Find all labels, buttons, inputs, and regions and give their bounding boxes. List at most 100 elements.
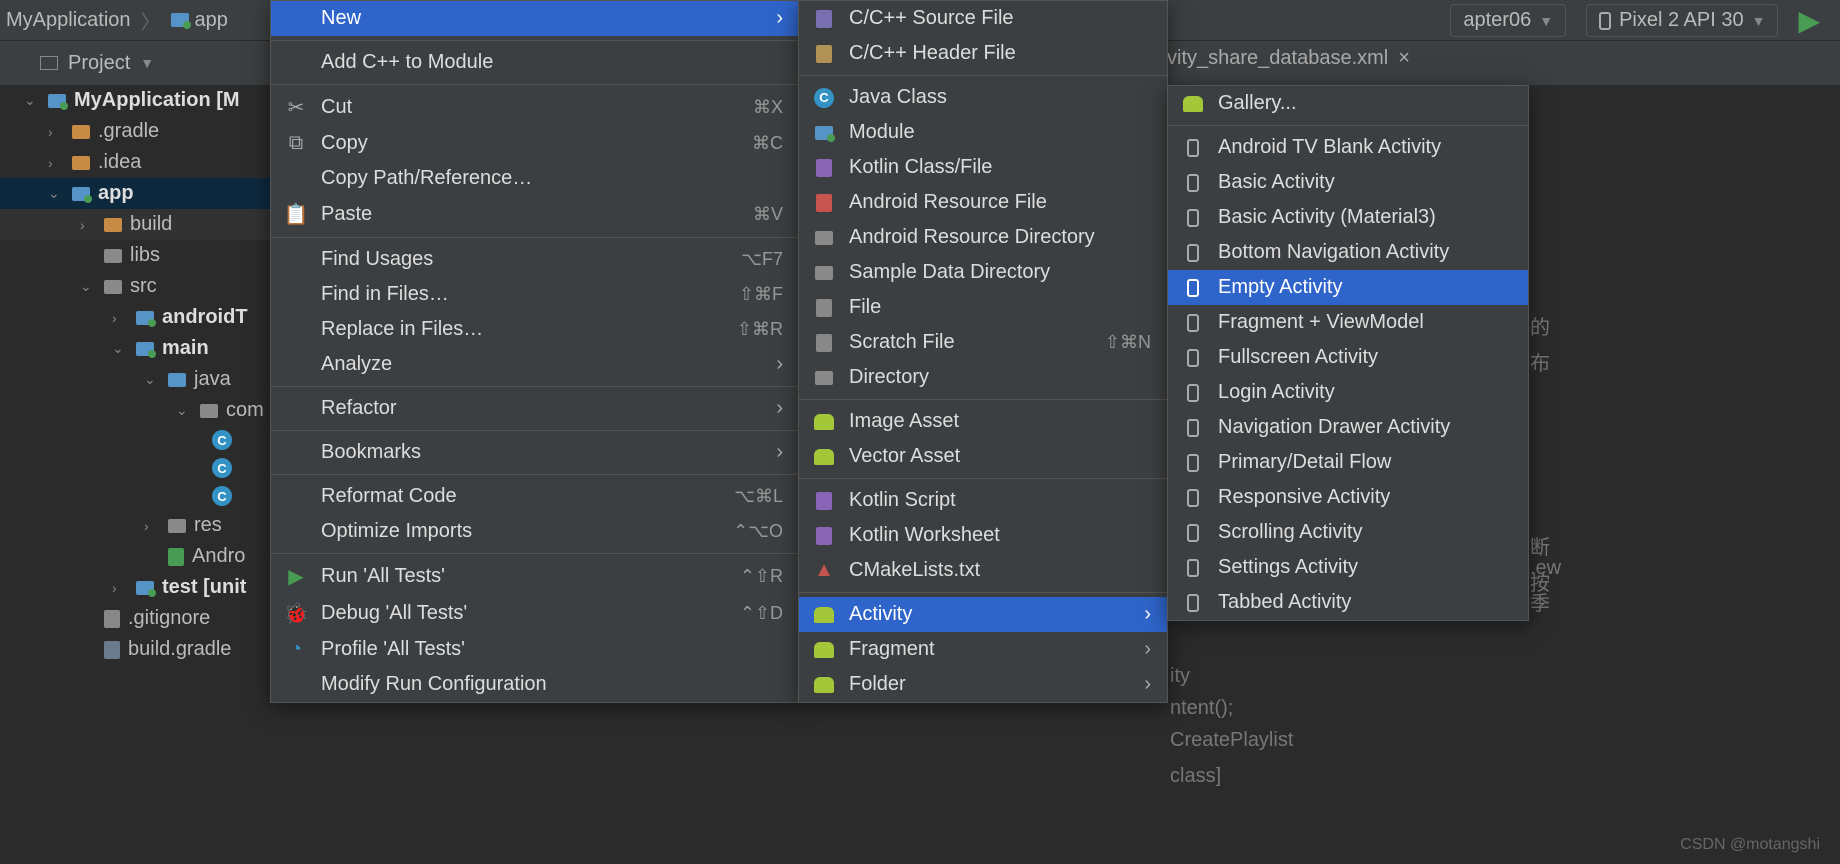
menu-gallery[interactable]: Gallery... [1168, 86, 1528, 121]
menu-folder[interactable]: Folder› [799, 667, 1167, 702]
menu-c-header[interactable]: C/C++ Header File [799, 36, 1167, 71]
menu-kotlin-class[interactable]: Kotlin Class/File [799, 150, 1167, 185]
tree-test[interactable]: ›test [unit [0, 572, 300, 603]
tree-src[interactable]: ⌄src [0, 271, 300, 302]
clipboard-icon: 📋 [285, 202, 307, 227]
menu-activity-template[interactable]: Android TV Blank Activity [1168, 130, 1528, 165]
android-icon [813, 677, 835, 693]
menu-separator [799, 399, 1167, 400]
close-icon[interactable]: × [1398, 47, 1410, 70]
menu-module[interactable]: Module [799, 115, 1167, 150]
menu-profile-tests[interactable]: ◔Profile 'All Tests' [271, 632, 799, 667]
breadcrumb-root[interactable]: MyApplication [6, 9, 131, 32]
menu-run-tests[interactable]: ▶Run 'All Tests'⌃⇧R [271, 558, 799, 595]
breadcrumb-module[interactable]: app [171, 9, 228, 32]
phone-icon [1182, 314, 1204, 332]
tree-libs[interactable]: libs [0, 240, 300, 271]
tree-root[interactable]: ⌄MyApplication [M [0, 85, 300, 116]
tree-res[interactable]: ›res [0, 510, 300, 541]
c-file-icon [813, 10, 835, 28]
menu-activity-template[interactable]: Scrolling Activity [1168, 515, 1528, 550]
tree-gradle[interactable]: ›.gradle [0, 116, 300, 147]
menu-activity-template[interactable]: Tabbed Activity [1168, 585, 1528, 620]
activity-submenu: Gallery... Android TV Blank ActivityBasi… [1167, 85, 1529, 621]
menu-activity-template[interactable]: Empty Activity [1168, 270, 1528, 305]
menu-kotlin-worksheet[interactable]: Kotlin Worksheet [799, 518, 1167, 553]
menu-optimize-imports[interactable]: Optimize Imports⌃⌥O [271, 514, 799, 549]
gradle-icon [104, 641, 120, 659]
menu-replace-files[interactable]: Replace in Files…⇧⌘R [271, 312, 799, 347]
menu-modify-run-config[interactable]: Modify Run Configuration [271, 667, 799, 702]
menu-separator [799, 592, 1167, 593]
project-view-selector[interactable]: Project ▼ [0, 52, 154, 75]
menu-bookmarks[interactable]: Bookmarks› [271, 435, 799, 470]
menu-activity-template[interactable]: Bottom Navigation Activity [1168, 235, 1528, 270]
tree-androidtest[interactable]: ›androidT [0, 302, 300, 333]
tree-main[interactable]: ⌄main [0, 333, 300, 364]
menu-kotlin-script[interactable]: Kotlin Script [799, 483, 1167, 518]
run-config-selector[interactable]: apter06▼ [1450, 4, 1566, 37]
tree-manifest[interactable]: Andro [0, 541, 300, 572]
tree-app[interactable]: ⌄app [0, 178, 300, 209]
menu-cut[interactable]: ✂Cut⌘X [271, 89, 799, 126]
tree-idea[interactable]: ›.idea [0, 147, 300, 178]
menu-sample-data[interactable]: Sample Data Directory [799, 255, 1167, 290]
menu-file[interactable]: File [799, 290, 1167, 325]
menu-java-class[interactable]: CJava Class [799, 80, 1167, 115]
tree-com[interactable]: ⌄com [0, 395, 300, 426]
phone-icon [1182, 454, 1204, 472]
menu-activity-template[interactable]: Navigation Drawer Activity [1168, 410, 1528, 445]
device-selector[interactable]: Pixel 2 API 30▼ [1586, 4, 1778, 37]
menu-resource-dir[interactable]: Android Resource Directory [799, 220, 1167, 255]
folder-icon [168, 519, 186, 533]
tree-class-2[interactable]: C [0, 454, 300, 482]
menu-activity-template[interactable]: Fullscreen Activity [1168, 340, 1528, 375]
run-button[interactable]: ▶ [1798, 4, 1820, 37]
menu-vector-asset[interactable]: Vector Asset [799, 439, 1167, 474]
menu-activity-template[interactable]: Basic Activity [1168, 165, 1528, 200]
menu-image-asset[interactable]: Image Asset [799, 404, 1167, 439]
folder-icon [813, 371, 835, 385]
breadcrumb-sep: 〉 [141, 6, 161, 35]
menu-find-usages[interactable]: Find Usages⌥F7 [271, 242, 799, 277]
menu-copy[interactable]: ⧉Copy⌘C [271, 126, 799, 161]
menu-copy-path[interactable]: Copy Path/Reference… [271, 161, 799, 196]
menu-c-source[interactable]: C/C++ Source File [799, 1, 1167, 36]
phone-icon [1182, 139, 1204, 157]
menu-reformat[interactable]: Reformat Code⌥⌘L [271, 479, 799, 514]
project-tree[interactable]: ⌄MyApplication [M ›.gradle ›.idea ⌄app ›… [0, 85, 300, 665]
menu-cmake[interactable]: ▲CMakeLists.txt [799, 553, 1167, 588]
tree-java[interactable]: ⌄java [0, 364, 300, 395]
menu-analyze[interactable]: Analyze› [271, 347, 799, 382]
cmake-icon: ▲ [813, 559, 835, 582]
phone-icon [1182, 559, 1204, 577]
menu-directory[interactable]: Directory [799, 360, 1167, 395]
tree-build[interactable]: ›build [0, 209, 300, 240]
menu-activity[interactable]: Activity› [799, 597, 1167, 632]
menu-find-files[interactable]: Find in Files…⇧⌘F [271, 277, 799, 312]
menu-new[interactable]: New› [271, 1, 799, 36]
tree-buildgradle[interactable]: build.gradle [0, 634, 300, 665]
menu-paste[interactable]: 📋Paste⌘V [271, 196, 799, 233]
menu-activity-template[interactable]: Settings Activity [1168, 550, 1528, 585]
phone-icon [1182, 349, 1204, 367]
menu-activity-template[interactable]: Fragment + ViewModel [1168, 305, 1528, 340]
menu-fragment[interactable]: Fragment› [799, 632, 1167, 667]
menu-refactor[interactable]: Refactor› [271, 391, 799, 426]
menu-activity-template[interactable]: Login Activity [1168, 375, 1528, 410]
phone-icon [1182, 524, 1204, 542]
menu-add-cpp[interactable]: Add C++ to Module [271, 45, 799, 80]
editor-tab[interactable]: vity_share_database.xml× [1167, 47, 1410, 70]
tree-gitignore[interactable]: .gitignore [0, 603, 300, 634]
menu-resource-file[interactable]: Android Resource File [799, 185, 1167, 220]
menu-activity-template[interactable]: Primary/Detail Flow [1168, 445, 1528, 480]
menu-activity-template[interactable]: Responsive Activity [1168, 480, 1528, 515]
kotlin-icon [813, 527, 835, 545]
menu-separator [271, 553, 799, 554]
project-folder-icon [48, 94, 66, 108]
menu-scratch-file[interactable]: Scratch File⇧⌘N [799, 325, 1167, 360]
menu-debug-tests[interactable]: 🐞Debug 'All Tests'⌃⇧D [271, 595, 799, 632]
tree-class-1[interactable]: C [0, 426, 300, 454]
menu-activity-template[interactable]: Basic Activity (Material3) [1168, 200, 1528, 235]
tree-class-3[interactable]: C [0, 482, 300, 510]
